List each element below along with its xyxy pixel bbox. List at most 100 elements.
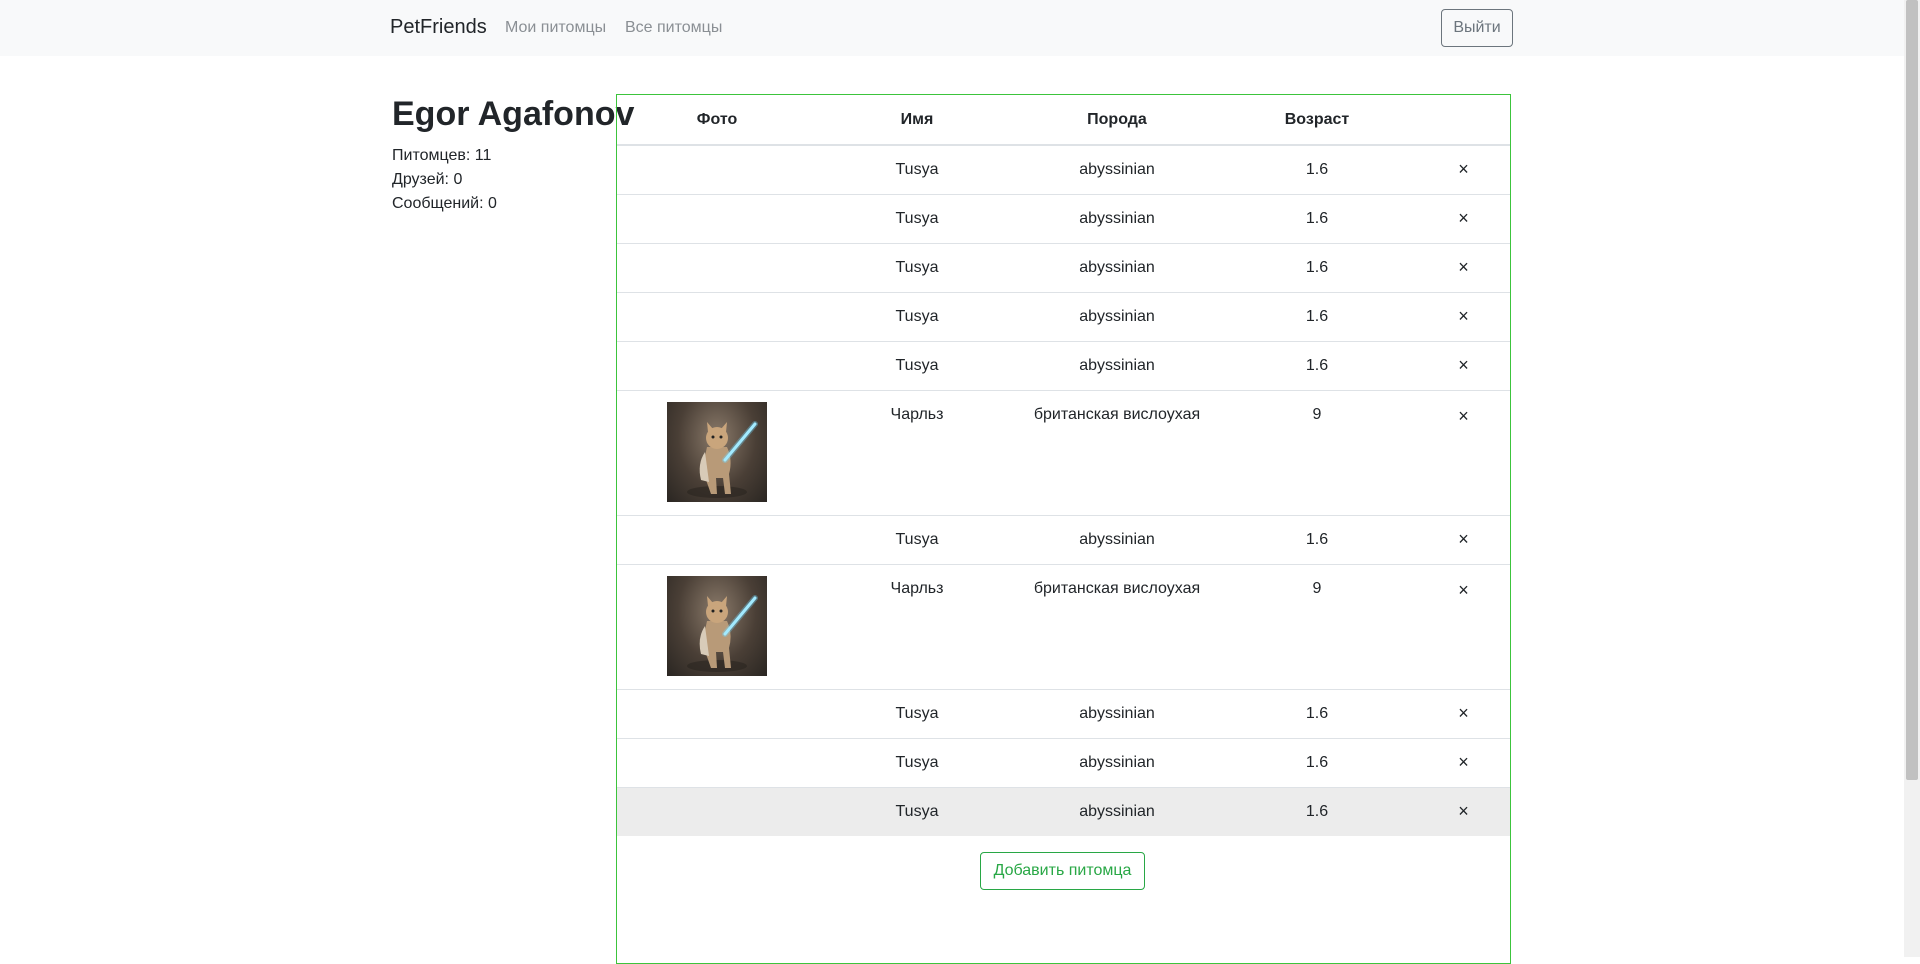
pet-breed: abyssinian	[1017, 688, 1217, 738]
delete-pet-icon[interactable]: ×	[1458, 257, 1469, 277]
pets-count: Питомцев: 11	[392, 147, 492, 164]
header-actions	[1417, 95, 1510, 146]
table-row: Tusya abyssinian 1.6 ×	[617, 340, 1510, 390]
table-row: Чарльз британская вислоухая 9 ×	[617, 563, 1510, 689]
delete-pet-icon[interactable]: ×	[1458, 406, 1469, 426]
delete-cell: ×	[1417, 144, 1510, 194]
pet-age: 1.6	[1217, 242, 1417, 292]
pet-photo-cell	[617, 389, 817, 515]
delete-pet-icon[interactable]: ×	[1458, 355, 1469, 375]
add-pet-button[interactable]: Добавить питомца	[980, 852, 1145, 890]
pet-breed: abyssinian	[1017, 514, 1217, 564]
header-breed: Порода	[1017, 95, 1217, 146]
profile-panel: Egor Agafonov Питомцев: 11 Друзей: 0 Соо…	[392, 94, 634, 216]
delete-pet-icon[interactable]: ×	[1458, 208, 1469, 228]
delete-cell: ×	[1417, 786, 1510, 836]
delete-pet-icon[interactable]: ×	[1458, 752, 1469, 772]
table-row: Tusya abyssinian 1.6 ×	[617, 786, 1510, 836]
pet-photo-cell	[617, 786, 817, 836]
pet-photo-cell	[617, 340, 817, 390]
table-row: Чарльз британская вислоухая 9 ×	[617, 389, 1510, 515]
pets-table-container: Фото Имя Порода Возраст Tusya abyssinian 1…	[616, 94, 1511, 964]
pet-breed: abyssinian	[1017, 737, 1217, 787]
pet-photo-cell	[617, 737, 817, 787]
delete-pet-icon[interactable]: ×	[1458, 159, 1469, 179]
delete-cell: ×	[1417, 563, 1510, 689]
delete-pet-icon[interactable]: ×	[1458, 306, 1469, 326]
pet-age: 1.6	[1217, 786, 1417, 836]
delete-pet-icon[interactable]: ×	[1458, 580, 1469, 600]
pet-breed: abyssinian	[1017, 144, 1217, 194]
logout-button[interactable]: Выйти	[1441, 9, 1513, 47]
delete-cell: ×	[1417, 193, 1510, 243]
navbar: PetFriends Мои питомцы Все питомцы Выйти	[0, 0, 1904, 56]
header-name: Имя	[817, 95, 1017, 146]
delete-cell: ×	[1417, 514, 1510, 564]
pet-name: Tusya	[817, 786, 1017, 836]
pet-name: Tusya	[817, 242, 1017, 292]
pet-age: 1.6	[1217, 193, 1417, 243]
table-header-row: Фото Имя Порода Возраст	[617, 95, 1510, 146]
brand-link[interactable]: PetFriends	[390, 16, 487, 39]
friends-count: Друзей: 0	[392, 171, 463, 188]
pet-photo-cell	[617, 193, 817, 243]
nav-all-pets-link[interactable]: Все питомцы	[625, 19, 722, 37]
pet-breed: abyssinian	[1017, 340, 1217, 390]
table-row: Tusya abyssinian 1.6 ×	[617, 193, 1510, 243]
pet-name: Чарльз	[817, 389, 1017, 515]
pet-breed: британская вислоухая	[1017, 563, 1217, 689]
pet-age: 1.6	[1217, 144, 1417, 194]
messages-count: Сообщений: 0	[392, 195, 497, 212]
profile-name: Egor Agafonov	[392, 95, 635, 133]
delete-cell: ×	[1417, 340, 1510, 390]
scrollbar-thumb[interactable]	[1906, 0, 1918, 780]
pet-name: Tusya	[817, 688, 1017, 738]
pet-name: Tusya	[817, 737, 1017, 787]
pet-breed: abyssinian	[1017, 193, 1217, 243]
pet-name: Tusya	[817, 291, 1017, 341]
pet-name: Tusya	[817, 144, 1017, 194]
table-row: Tusya abyssinian 1.6 ×	[617, 737, 1510, 787]
pet-age: 1.6	[1217, 514, 1417, 564]
delete-pet-icon[interactable]: ×	[1458, 801, 1469, 821]
delete-cell: ×	[1417, 291, 1510, 341]
pets-table-body: Tusya abyssinian 1.6 × Tusya abyssinian 1.6 × Tu…	[617, 144, 1510, 836]
pet-photo	[667, 401, 767, 502]
header-age: Возраст	[1217, 95, 1417, 146]
pet-photo-cell	[617, 291, 817, 341]
pet-age: 9	[1217, 563, 1417, 689]
delete-cell: ×	[1417, 737, 1510, 787]
pets-table: Фото Имя Порода Возраст Tusya abyssinian 1…	[617, 95, 1510, 836]
pet-name: Tusya	[817, 340, 1017, 390]
table-row: Tusya abyssinian 1.6 ×	[617, 242, 1510, 292]
delete-cell: ×	[1417, 389, 1510, 515]
delete-cell: ×	[1417, 688, 1510, 738]
pet-photo	[667, 575, 767, 676]
delete-pet-icon[interactable]: ×	[1458, 703, 1469, 723]
nav-my-pets-link[interactable]: Мои питомцы	[505, 19, 606, 37]
pet-breed: abyssinian	[1017, 786, 1217, 836]
table-row: Tusya abyssinian 1.6 ×	[617, 688, 1510, 738]
pet-age: 1.6	[1217, 340, 1417, 390]
pet-breed: abyssinian	[1017, 242, 1217, 292]
pet-name: Tusya	[817, 514, 1017, 564]
pet-photo-cell	[617, 242, 817, 292]
delete-cell: ×	[1417, 242, 1510, 292]
pet-age: 1.6	[1217, 688, 1417, 738]
table-row: Tusya abyssinian 1.6 ×	[617, 291, 1510, 341]
pet-breed: британская вислоухая	[1017, 389, 1217, 515]
pet-breed: abyssinian	[1017, 291, 1217, 341]
pet-photo-cell	[617, 688, 817, 738]
pet-photo-cell	[617, 144, 817, 194]
pet-age: 1.6	[1217, 291, 1417, 341]
pet-name: Чарльз	[817, 563, 1017, 689]
table-row: Tusya abyssinian 1.6 ×	[617, 514, 1510, 564]
table-row: Tusya abyssinian 1.6 ×	[617, 144, 1510, 194]
header-photo: Фото	[617, 95, 817, 146]
page-scrollbar[interactable]	[1904, 0, 1920, 957]
pet-name: Tusya	[817, 193, 1017, 243]
pet-photo-cell	[617, 514, 817, 564]
pet-photo-cell	[617, 563, 817, 689]
pet-age: 1.6	[1217, 737, 1417, 787]
delete-pet-icon[interactable]: ×	[1458, 529, 1469, 549]
